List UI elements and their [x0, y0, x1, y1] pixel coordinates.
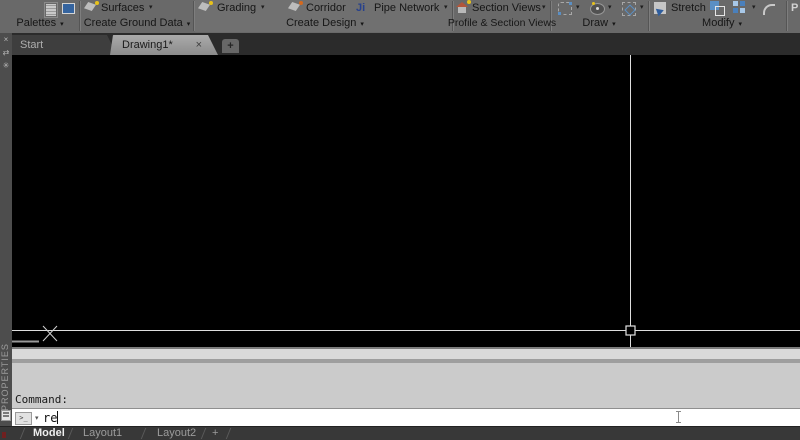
panel-separator [79, 1, 81, 31]
corridor-icon[interactable] [288, 1, 303, 14]
stretch-button[interactable]: Stretch [671, 0, 706, 16]
chevron-down-icon: ▾ [738, 21, 742, 28]
new-tab-button[interactable]: + [222, 39, 239, 53]
panel-separator [648, 1, 650, 31]
tab-separator [140, 428, 147, 439]
chevron-down-icon[interactable]: ▾ [542, 0, 546, 16]
chevron-down-icon: ▾ [60, 21, 64, 28]
app-window: Surfaces ▾ Grading ▾ Corridor Ji Pipe Ne… [0, 0, 800, 440]
drawing-canvas[interactable] [12, 55, 800, 347]
chevron-down-icon[interactable]: ▾ [608, 0, 612, 16]
chevron-down-icon: ▾ [612, 21, 616, 28]
command-input-row[interactable]: >_ ▾ re [12, 408, 800, 427]
pipe-network-button[interactable]: Pipe Network [374, 0, 439, 16]
panel-profile-section-views[interactable]: Profile & Section Views [448, 16, 556, 32]
corridor-button[interactable]: Corridor [306, 0, 346, 16]
tab-separator [200, 428, 207, 439]
canvas-graphics [12, 55, 800, 347]
tab-layout2[interactable]: Layout2 [157, 427, 196, 440]
move-icon[interactable]: ⇄ [0, 48, 12, 58]
hatch-icon[interactable] [622, 2, 636, 16]
command-history: Command: Command: _ai_selall Selecting o… [12, 363, 800, 440]
autohide-icon[interactable]: ✳ [0, 61, 12, 71]
command-prompt-icon[interactable]: >_ [15, 412, 32, 425]
add-layout-button[interactable]: + [212, 427, 218, 440]
polyline-icon[interactable] [558, 2, 572, 15]
pipe-network-icon[interactable]: Ji [356, 1, 371, 15]
partial-icon: P [791, 2, 799, 14]
chevron-down-icon[interactable]: ▾ [640, 0, 644, 16]
tab-separator [19, 428, 26, 439]
close-icon[interactable]: × [0, 35, 12, 45]
panel-create-design[interactable]: Create Design ▾ [286, 16, 364, 32]
panel-draw[interactable]: Draw ▾ [582, 16, 615, 32]
tab-model[interactable]: Model [33, 427, 65, 440]
command-input[interactable]: re [43, 410, 57, 426]
file-tab-bar: Start Drawing1* × + [12, 33, 800, 55]
stretch-icon[interactable] [653, 2, 666, 17]
ribbon: Surfaces ▾ Grading ▾ Corridor Ji Pipe Ne… [0, 0, 800, 34]
chevron-down-icon[interactable]: ▾ [444, 0, 448, 16]
pickbox [625, 325, 636, 336]
panel-palettes[interactable]: Palettes ▾ [16, 16, 63, 32]
tab-separator [67, 428, 74, 439]
grading-button[interactable]: Grading [217, 0, 256, 16]
scale-icon[interactable] [710, 1, 725, 16]
status-marker [2, 432, 6, 438]
properties-palette-bar[interactable]: × ⇄ ✳ PROPERTIES [0, 33, 12, 440]
tab-start[interactable]: Start [12, 35, 117, 55]
section-views-icon[interactable] [456, 0, 471, 14]
tool-palettes-icon[interactable] [62, 3, 75, 14]
ibeam-cursor [676, 411, 681, 423]
grading-icon[interactable] [198, 1, 213, 14]
tab-separator [225, 428, 232, 439]
panel-create-ground-data[interactable]: Create Ground Data ▾ [84, 16, 191, 32]
chevron-down-icon[interactable]: ▾ [149, 0, 153, 16]
surfaces-icon[interactable] [84, 1, 99, 14]
panel-modify[interactable]: Modify ▾ [702, 16, 742, 32]
recent-commands-icon[interactable]: ▾ [35, 414, 39, 422]
surfaces-button[interactable]: Surfaces [101, 0, 144, 16]
panel-separator [786, 1, 788, 31]
chevron-down-icon[interactable]: ▾ [576, 0, 580, 16]
chevron-down-icon: ▾ [360, 21, 364, 28]
chevron-down-icon[interactable]: ▾ [261, 0, 265, 16]
tab-layout1[interactable]: Layout1 [83, 427, 122, 440]
command-history-line: Command: [15, 393, 68, 406]
circle-icon[interactable] [590, 2, 605, 15]
section-views-button[interactable]: Section Views [472, 0, 541, 16]
palette-properties-icon[interactable] [1, 410, 11, 421]
fillet-icon[interactable] [762, 2, 775, 15]
chevron-down-icon: ▾ [186, 21, 191, 28]
chevron-down-icon[interactable]: ▾ [752, 0, 756, 16]
close-icon[interactable]: × [196, 35, 202, 55]
panel-separator [193, 1, 195, 31]
array-icon[interactable] [733, 1, 746, 14]
layout-tab-bar: Model Layout1 Layout2 + [0, 426, 800, 440]
text-caret [57, 411, 58, 424]
tab-drawing1[interactable]: Drawing1* × [110, 35, 218, 55]
